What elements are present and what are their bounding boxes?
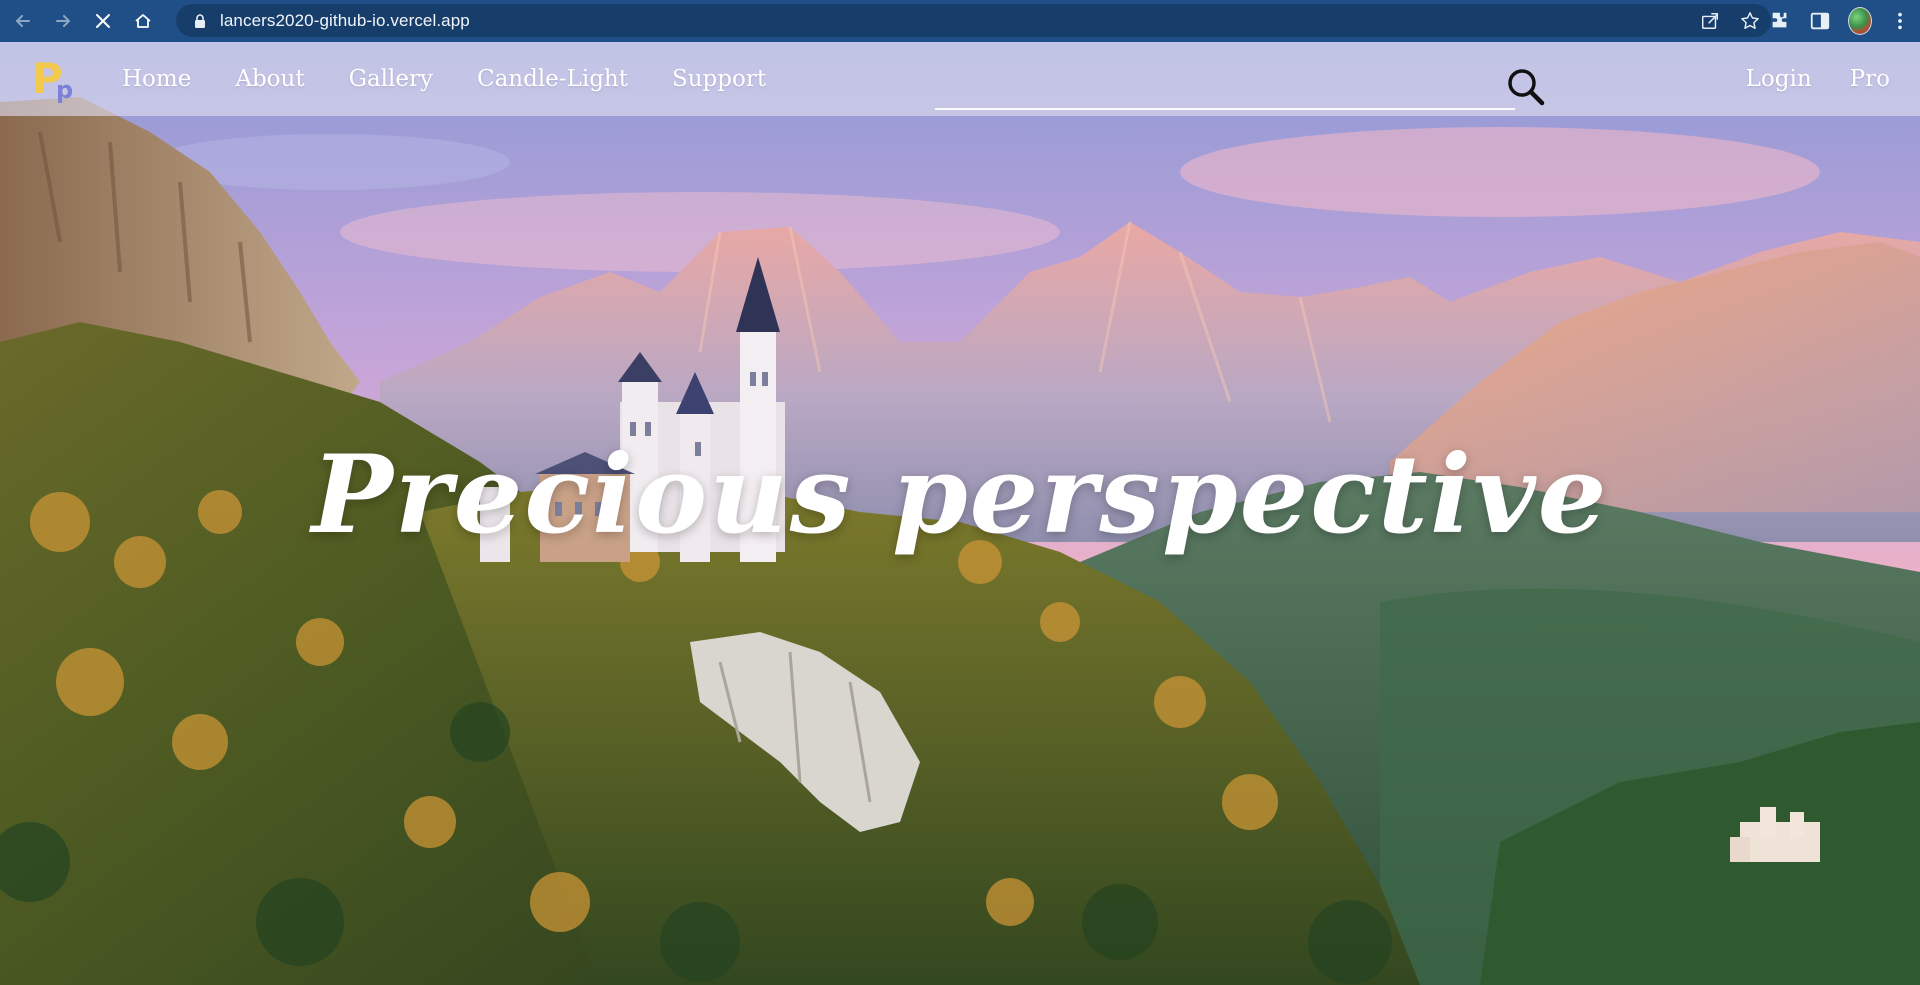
close-icon xyxy=(96,14,110,28)
stop-loading-button[interactable] xyxy=(86,4,120,38)
nav-link-candle-light[interactable]: Candle-Light xyxy=(469,60,636,98)
profile-avatar-image xyxy=(1848,7,1872,35)
site-logo[interactable]: P p xyxy=(32,54,82,104)
share-icon[interactable] xyxy=(1699,10,1721,32)
arrow-left-icon xyxy=(16,15,30,27)
page-viewport: P p Home About Gallery Candle-Light Supp… xyxy=(0,42,1920,985)
hero-title: Precious perspective xyxy=(311,432,1609,558)
pro-link[interactable]: Pro xyxy=(1846,60,1894,98)
browser-toolbar: lancers2020-github-io.vercel.app xyxy=(0,0,1920,42)
home-icon xyxy=(135,14,151,28)
home-button[interactable] xyxy=(126,4,160,38)
puzzle-icon[interactable] xyxy=(1768,9,1792,33)
nav-links: Home About Gallery Candle-Light Support xyxy=(100,42,788,116)
auth-links: Login Pro xyxy=(1742,42,1894,116)
side-panel-icon[interactable] xyxy=(1808,9,1832,33)
url-text[interactable]: lancers2020-github-io.vercel.app xyxy=(220,11,470,31)
nav-link-about[interactable]: About xyxy=(227,60,312,98)
avatar[interactable] xyxy=(1848,7,1872,35)
login-link[interactable]: Login xyxy=(1742,60,1816,98)
forward-button[interactable] xyxy=(46,4,80,38)
arrow-right-icon xyxy=(56,15,70,27)
search-box xyxy=(935,42,1560,116)
lock-icon[interactable] xyxy=(192,13,208,29)
address-bar[interactable]: lancers2020-github-io.vercel.app xyxy=(176,4,1771,37)
search-input[interactable] xyxy=(935,60,1515,110)
nav-link-support[interactable]: Support xyxy=(664,60,774,98)
kebab-menu-icon[interactable] xyxy=(1888,9,1912,33)
site-navbar: P p Home About Gallery Candle-Light Supp… xyxy=(0,42,1920,116)
back-button[interactable] xyxy=(6,4,40,38)
nav-link-gallery[interactable]: Gallery xyxy=(341,60,441,98)
search-icon[interactable] xyxy=(1505,66,1547,108)
nav-link-home[interactable]: Home xyxy=(114,60,199,98)
logo-letter-small: p xyxy=(56,76,74,104)
star-icon[interactable] xyxy=(1739,10,1761,32)
